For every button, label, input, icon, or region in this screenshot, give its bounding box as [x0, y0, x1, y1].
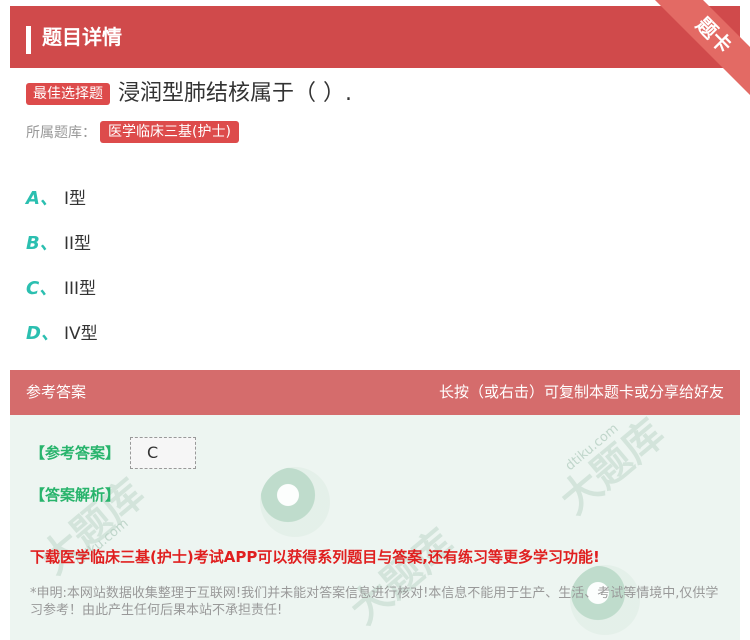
- question-type-badge: 最佳选择题: [26, 83, 110, 105]
- option-text: I型: [64, 189, 87, 209]
- answer-value: C: [130, 437, 196, 469]
- app-promo-link[interactable]: 下载医学临床三基(护士)考试APP可以获得系列题目与答案,还有练习等更多学习功能…: [30, 546, 600, 567]
- disclaimer-text: *申明:本网站数据收集整理于互联网!我们并未能对答案信息进行核对!本信息不能用于…: [30, 586, 719, 618]
- question-bank-label: 所属题库：: [26, 125, 96, 141]
- option-d[interactable]: D、 IV型: [26, 309, 98, 354]
- header-bar: 题目详情: [10, 6, 740, 68]
- answer-label: 【参考答案】: [30, 444, 121, 462]
- share-hint: 长按（或右击）可复制本题卡或分享给好友: [438, 383, 724, 401]
- option-letter: A、: [26, 187, 58, 209]
- watermark-brand: 大题库: [551, 415, 674, 524]
- corner-ribbon-label: 题卡: [645, 0, 750, 104]
- question-line: 最佳选择题 浸润型肺结核属于（ ）.: [26, 80, 352, 108]
- option-letter: C、: [26, 277, 58, 299]
- option-b[interactable]: B、 II型: [26, 219, 98, 264]
- watermark-domain: dtiku.com: [562, 421, 622, 474]
- option-text: IV型: [64, 324, 98, 344]
- header-accent-bar: [26, 26, 31, 54]
- option-text: II型: [64, 234, 92, 254]
- analysis-label: 【答案解析】: [30, 486, 121, 504]
- question-text: 浸润型肺结核属于（ ）.: [118, 81, 352, 106]
- question-bank-tag[interactable]: 医学临床三基(护士): [100, 121, 239, 143]
- answer-section-header: 参考答案 长按（或右击）可复制本题卡或分享给好友: [10, 370, 740, 415]
- options-list: A、 I型 B、 II型 C、 III型 D、 IV型: [26, 174, 98, 354]
- option-letter: B、: [26, 232, 58, 254]
- option-a[interactable]: A、 I型: [26, 174, 98, 219]
- option-c[interactable]: C、 III型: [26, 264, 98, 309]
- corner-ribbon: 题卡: [640, 0, 750, 110]
- page-title: 题目详情: [42, 25, 122, 49]
- answer-section-body: 大题库 大题库 大题库 dtiku.com dtiku.com 【参考答案】 C…: [10, 415, 740, 640]
- option-text: III型: [64, 279, 97, 299]
- option-letter: D、: [26, 322, 59, 344]
- question-bank-line: 所属题库： 医学临床三基(护士): [26, 120, 239, 144]
- answer-section-title: 参考答案: [26, 383, 87, 401]
- watermark-logo-icon: [260, 467, 330, 537]
